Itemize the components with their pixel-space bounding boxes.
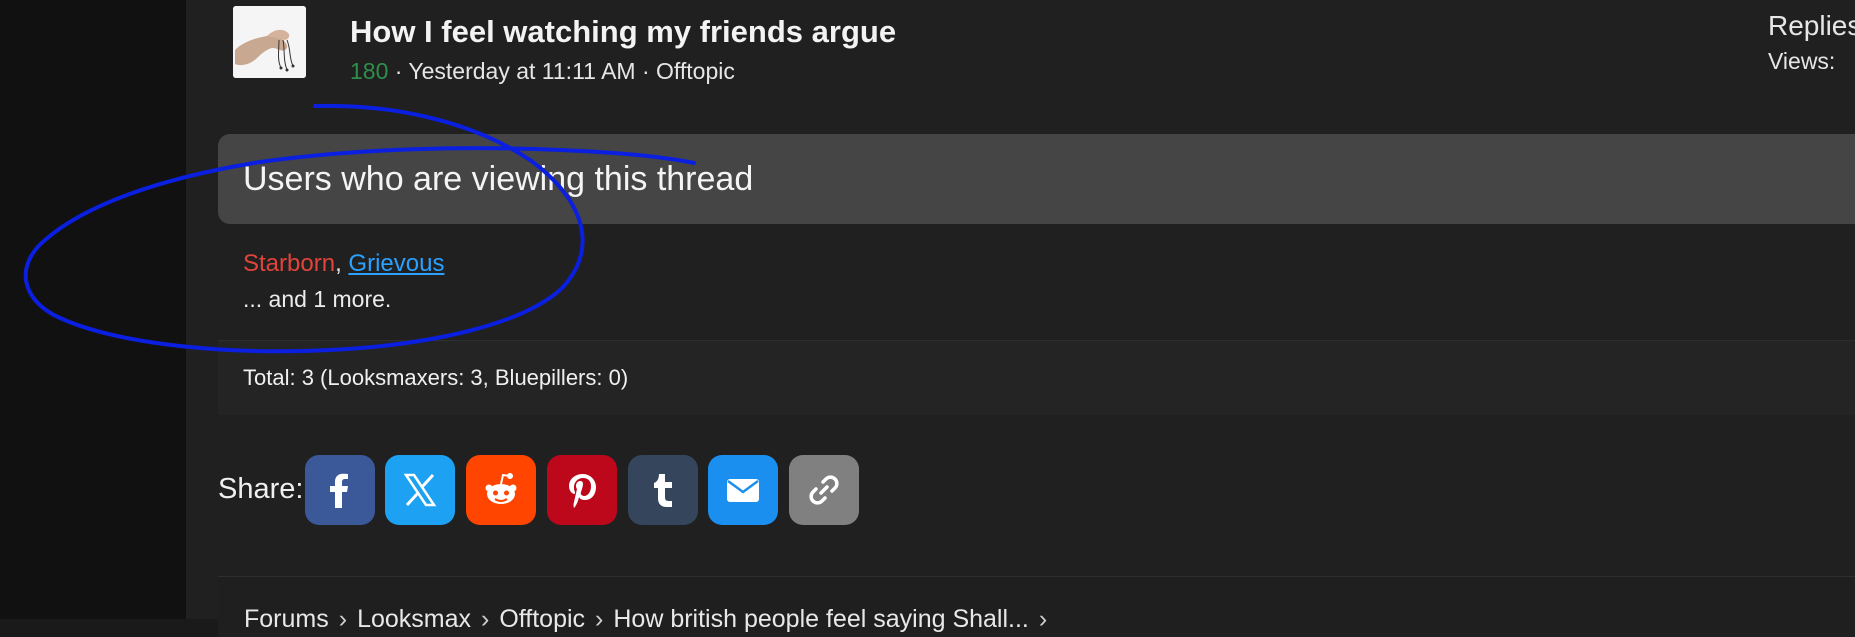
viewers-total: Total: 3 (Looksmaxers: 3, Bluepillers: 0… <box>243 365 629 390</box>
views-label: Views: <box>1768 48 1836 74</box>
breadcrumb-forums[interactable]: Forums <box>244 605 329 633</box>
breadcrumb: Forums › Looksmax › Offtopic › How british peo… <box>218 576 1855 637</box>
facebook-icon <box>330 473 348 508</box>
share-email-button[interactable] <box>708 455 778 525</box>
viewers-header: Users who are viewing this thread <box>218 134 1855 224</box>
replies-label: Replies <box>1768 10 1855 41</box>
share-label: Share: <box>218 473 304 505</box>
left-rail <box>0 0 186 619</box>
reddit-icon <box>485 473 517 504</box>
viewer-list: Starborn, Grievous <box>243 250 444 278</box>
breadcrumb-looksmax[interactable]: Looksmax <box>357 605 471 633</box>
thread-thumbnail[interactable] <box>233 6 306 78</box>
share-reddit-button[interactable] <box>466 455 536 525</box>
breadcrumb-separator: › <box>1038 605 1048 633</box>
pinterest-icon <box>569 474 596 508</box>
thread-title[interactable]: How I feel watching my friends argue <box>350 14 896 50</box>
x-icon <box>403 473 437 507</box>
breadcrumb-items: Forums › Looksmax › Offtopic › How british peo… <box>244 605 1057 634</box>
share-pinterest-button[interactable] <box>547 455 617 525</box>
thread-row[interactable]: How I feel watching my friends argue 180… <box>233 6 1855 84</box>
breadcrumb-offtopic[interactable]: Offtopic <box>499 605 585 633</box>
breadcrumb-thread[interactable]: How british people feel saying Shall... <box>613 605 1029 633</box>
breadcrumb-separator: › <box>481 605 490 633</box>
breadcrumb-separator: › <box>595 605 604 633</box>
viewer-separator: , <box>335 250 349 277</box>
share-tumblr-button[interactable] <box>628 455 698 525</box>
share-link-button[interactable] <box>789 455 859 525</box>
thread-meta-details[interactable]: · Yesterday at 11:11 AM · Offtopic <box>388 58 735 84</box>
viewer-grievous-link[interactable]: Grievous <box>348 250 444 277</box>
tumblr-icon <box>654 474 672 507</box>
viewers-block: Users who are viewing this thread Starbo… <box>218 134 1855 415</box>
thread-meta: 180 · Yesterday at 11:11 AM · Offtopic <box>350 58 735 85</box>
viewers-footer: Total: 3 (Looksmaxers: 3, Bluepillers: 0… <box>218 340 1855 415</box>
breadcrumb-separator: › <box>338 605 348 633</box>
viewer-starborn-link[interactable]: Starborn <box>243 250 335 277</box>
viewer-more: ... and 1 more. <box>243 286 392 312</box>
thread-stats: Replies Views: <box>1768 10 1855 75</box>
email-icon <box>727 479 759 502</box>
share-facebook-button[interactable] <box>305 455 375 525</box>
thread-meta-number: 180 <box>350 58 389 84</box>
hand-holding-strings-image <box>233 6 306 78</box>
viewers-title: Users who are viewing this thread <box>243 160 754 198</box>
share-x-button[interactable] <box>385 455 455 525</box>
link-icon <box>809 475 839 505</box>
